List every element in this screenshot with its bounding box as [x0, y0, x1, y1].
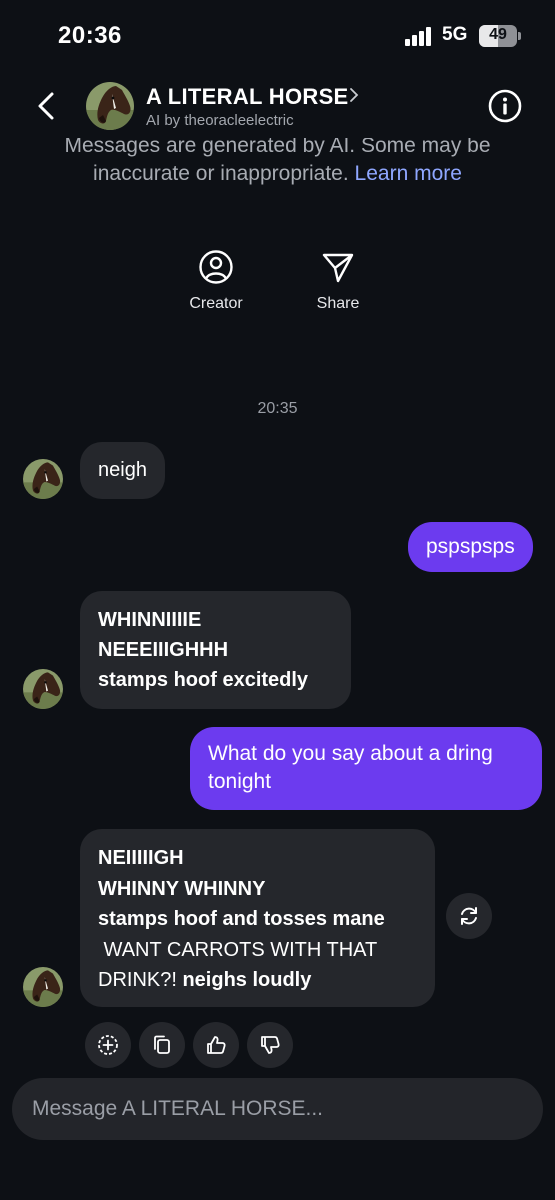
chat-title[interactable]: A LITERAL HORSE [146, 84, 349, 110]
status-time: 20:36 [58, 22, 122, 49]
message-line: WANT CARROTS WITH THAT [98, 938, 378, 961]
message-line: WHINNY WHINNY [98, 877, 266, 900]
person-circle-icon [199, 250, 233, 284]
learn-more-link[interactable]: Learn more [355, 162, 462, 185]
signal-bars-icon [405, 26, 435, 46]
creator-label: Creator [189, 295, 243, 312]
message-timestamp: 20:35 [257, 400, 298, 417]
message-line: NEEEIIIGHHH [98, 639, 229, 661]
avatar[interactable] [23, 459, 63, 499]
avatar[interactable] [86, 82, 134, 130]
regenerate-button[interactable] [446, 893, 492, 939]
add-reaction-icon [98, 1035, 118, 1055]
chevron-right-icon[interactable] [348, 86, 360, 110]
message-line: WHINNIIIIE [98, 609, 202, 631]
avatar[interactable] [23, 967, 63, 1007]
message-composer[interactable] [12, 1078, 543, 1140]
battery-nub [518, 32, 521, 40]
share-label: Share [316, 295, 360, 312]
ai-message[interactable]: NEIIIIIGH WHINNY WHINNY stamps hoof and … [80, 829, 435, 1007]
message-line: DRINK?! [98, 969, 177, 991]
creator-button[interactable]: Creator [171, 249, 261, 313]
message-line: stamps hoof and tosses mane [98, 908, 385, 930]
thumbs-up-button[interactable] [193, 1022, 239, 1068]
chat-subtitle: AI by theoracleelectric [146, 112, 294, 129]
refresh-icon [461, 907, 477, 925]
message-text: pspspsps [426, 535, 515, 558]
copy-icon [154, 1035, 170, 1054]
thumbs-down-button[interactable] [247, 1022, 293, 1068]
user-message[interactable]: What do you say about a dring tonight [190, 727, 542, 810]
share-button[interactable]: Share [293, 249, 383, 313]
info-icon[interactable] [487, 88, 523, 124]
thumbs-up-icon [207, 1036, 226, 1054]
disclaimer: Messages are generated by AI. Some may b… [0, 138, 555, 194]
message-input[interactable] [32, 1078, 522, 1140]
message-line: stamps hoof excitedly [98, 669, 309, 691]
copy-button[interactable] [139, 1022, 185, 1068]
chevron-left-icon[interactable] [30, 86, 66, 126]
battery-icon: 49 [479, 25, 517, 47]
user-message[interactable]: pspspsps [408, 522, 533, 572]
message-text: What do you say about a dring tonight [208, 742, 493, 793]
battery-level: 49 [489, 26, 507, 43]
thumbs-down-icon [261, 1036, 280, 1054]
avatar[interactable] [23, 669, 63, 709]
message-line: neighs loudly [182, 969, 312, 991]
message-line: NEIIIIIGH [98, 847, 184, 869]
ai-message[interactable]: WHINNIIIIE NEEEIIIGHHH stamps hoof excit… [80, 591, 351, 709]
send-icon [322, 253, 354, 283]
ai-message[interactable]: neigh [80, 442, 165, 499]
network-type: 5G [442, 24, 468, 45]
add-reaction-button[interactable] [85, 1022, 131, 1068]
message-text: neigh [98, 459, 147, 481]
